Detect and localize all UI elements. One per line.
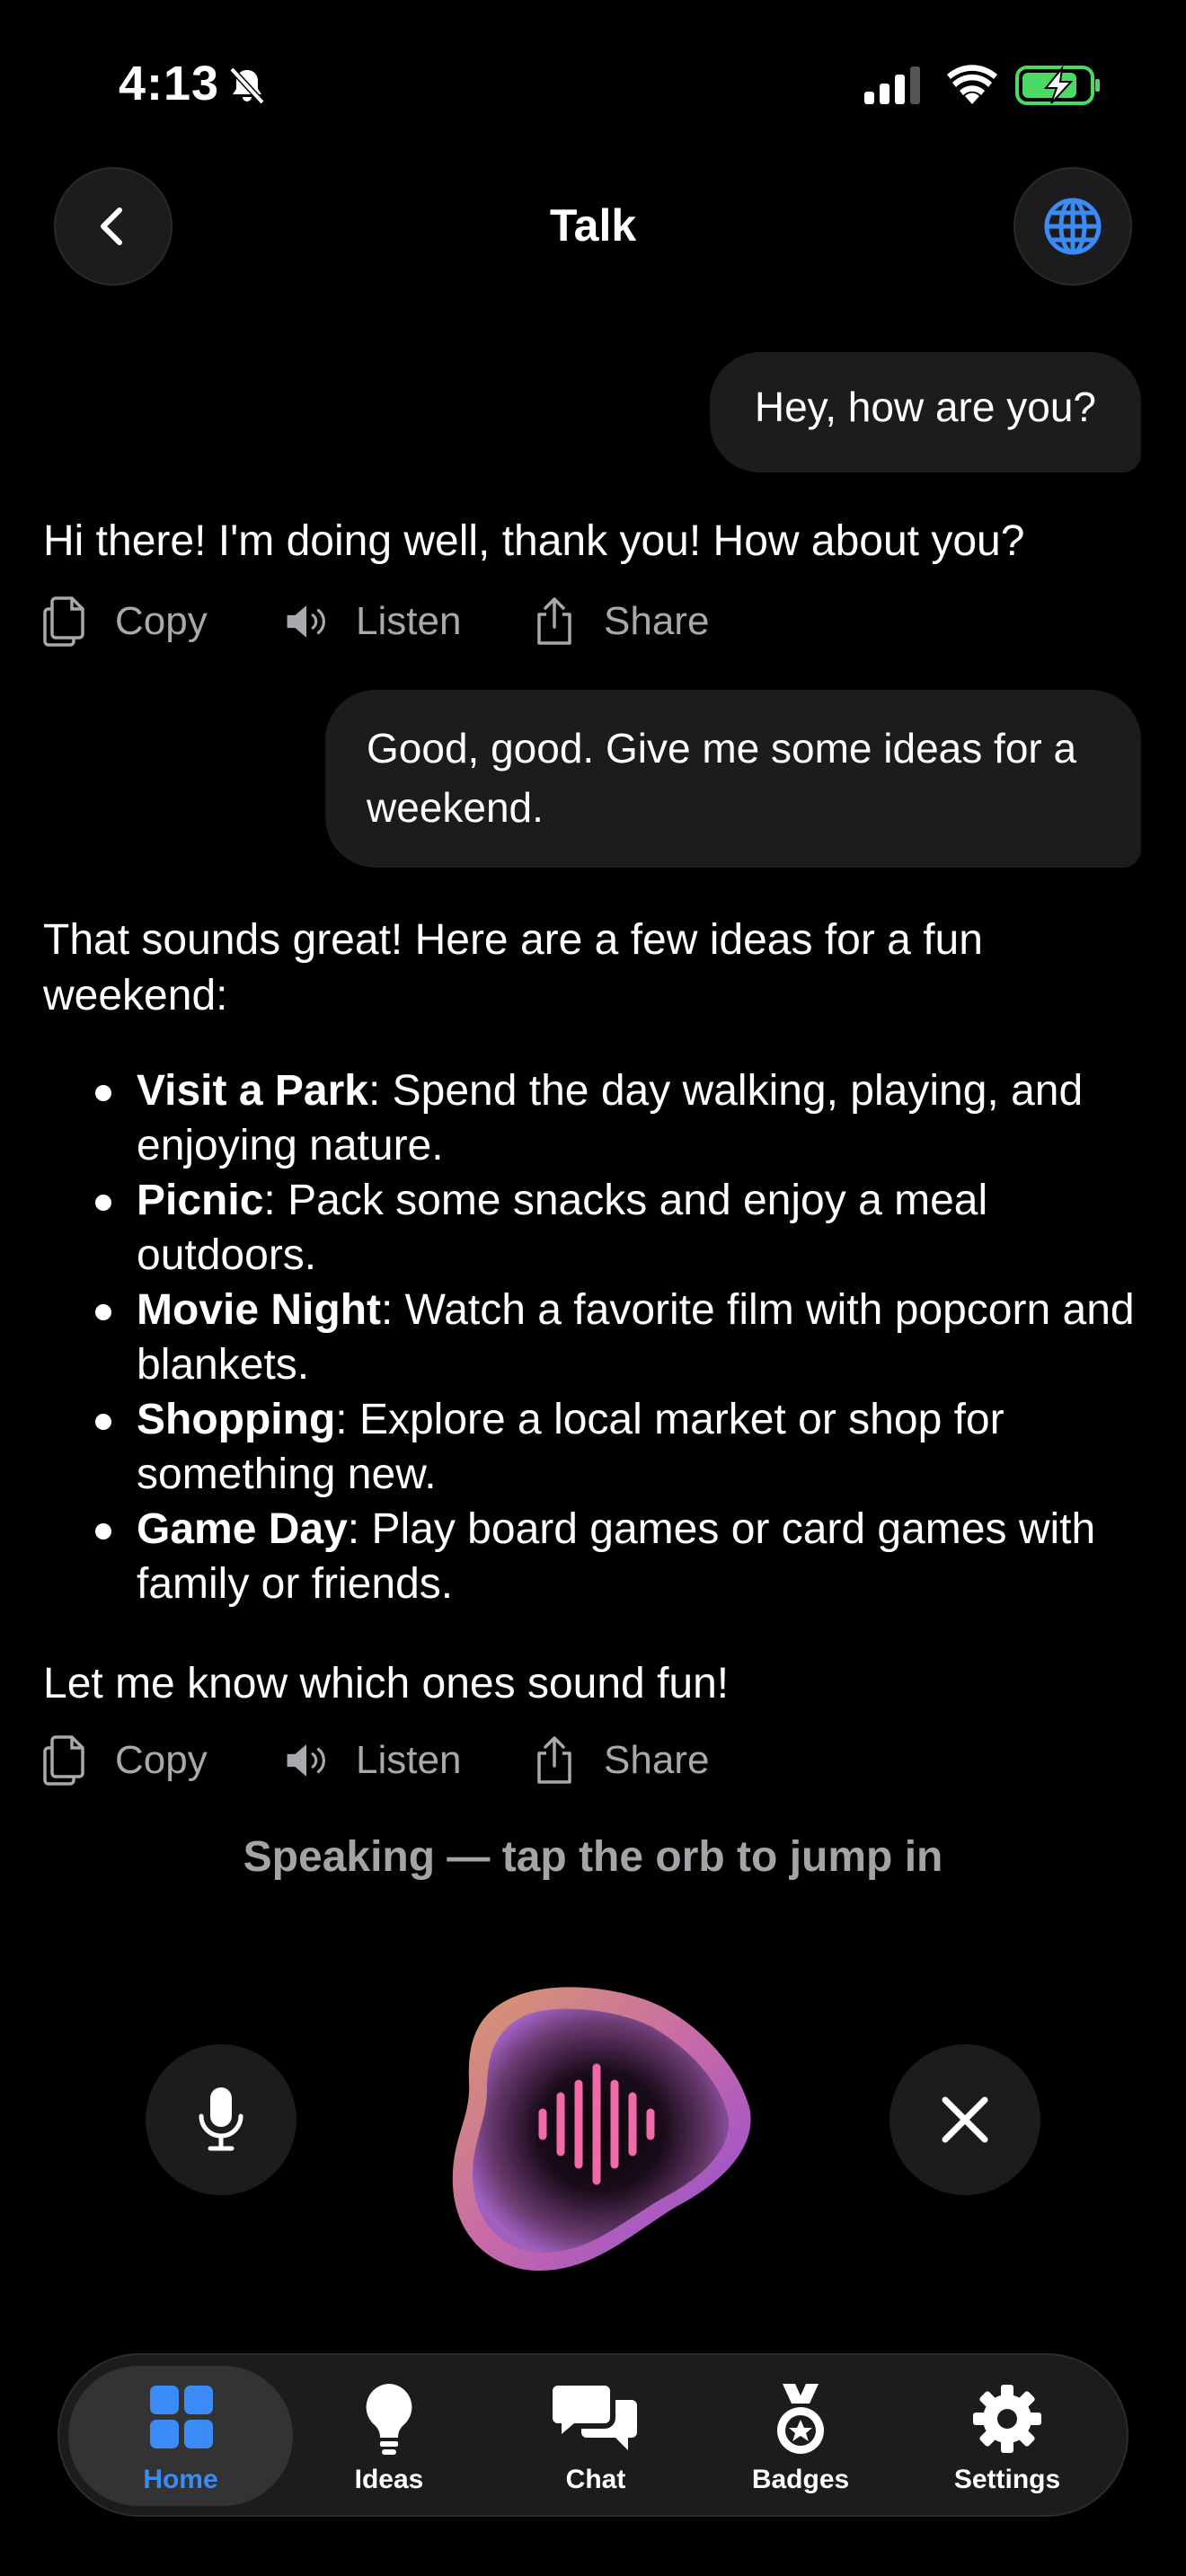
listen-label: Listen [356, 1738, 462, 1782]
assistant-message: Hi there! I'm doing well, thank you! How… [43, 517, 1025, 565]
copy-button[interactable]: Copy [43, 1735, 284, 1786]
listen-button[interactable]: Listen [284, 596, 532, 647]
list-item: Movie Night: Watch a favorite film with … [95, 1283, 1157, 1392]
idea-title: Movie Night [137, 1286, 381, 1334]
share-icon [537, 1736, 571, 1784]
assistant-message-outro: Let me know which ones sound fun! [43, 1660, 730, 1707]
bell-slash-icon [229, 66, 265, 105]
listen-label: Listen [356, 599, 462, 643]
tab-chat[interactable]: Chat [483, 2366, 708, 2506]
list-item: Game Day: Play board games or card games… [95, 1502, 1157, 1611]
share-button[interactable]: Share [532, 1735, 709, 1786]
list-item: Picnic: Pack some snacks and enjoy a mea… [95, 1173, 1157, 1283]
gear-icon [973, 2385, 1041, 2453]
chat-bubbles-icon [553, 2386, 637, 2450]
voice-orb[interactable] [449, 1972, 755, 2278]
tab-settings[interactable]: Settings [895, 2366, 1120, 2506]
list-item: Visit a Park: Spend the day walking, pla… [95, 1063, 1157, 1173]
tab-label: Home [143, 2465, 218, 2494]
list-item: Shopping: Explore a local market or shop… [95, 1392, 1157, 1502]
idea-title: Visit a Park [137, 1067, 368, 1115]
grid-icon [150, 2386, 213, 2448]
message-actions: Copy Listen Share [43, 1734, 709, 1787]
share-label: Share [604, 599, 710, 643]
copy-button[interactable]: Copy [43, 596, 284, 647]
tab-ideas[interactable]: Ideas [277, 2366, 501, 2506]
medal-icon [777, 2384, 824, 2454]
battery-charging-icon [1015, 65, 1100, 105]
status-time: 4:13 [119, 57, 220, 110]
share-label: Share [604, 1738, 710, 1782]
wifi-icon [947, 65, 997, 104]
user-message: Hey, how are you? [709, 352, 1141, 472]
message-actions: Copy Listen Share [43, 595, 709, 648]
microphone-icon [199, 2087, 243, 2151]
tab-label: Ideas [354, 2465, 424, 2494]
globe-icon [1044, 198, 1102, 255]
close-icon [942, 2096, 988, 2143]
tab-badges[interactable]: Badges [688, 2366, 913, 2506]
page-title: Talk [549, 200, 637, 251]
speaker-icon [287, 605, 325, 638]
tab-bar: Home Ideas Chat Badges Settings [58, 2353, 1128, 2517]
copy-label: Copy [115, 1738, 208, 1782]
idea-detail: : Pack some snacks and enjoy a meal outd… [137, 1177, 988, 1279]
idea-title: Picnic [137, 1177, 264, 1224]
share-icon [537, 597, 571, 645]
tab-label: Chat [565, 2465, 626, 2494]
copy-label: Copy [115, 599, 208, 643]
lightbulb-icon [366, 2384, 412, 2455]
cellular-signal-icon [864, 66, 920, 104]
assistant-message-intro: That sounds great! Here are a few ideas … [43, 916, 983, 1019]
tab-home[interactable]: Home [68, 2366, 293, 2506]
user-message: Good, good. Give me some ideas for a wee… [325, 690, 1141, 868]
microphone-button[interactable] [146, 2044, 296, 2195]
speaking-status: Speaking — tap the orb to jump in [243, 1833, 943, 1881]
tab-label: Badges [751, 2465, 850, 2494]
listen-button[interactable]: Listen [284, 1735, 532, 1786]
language-button[interactable] [1013, 167, 1132, 286]
idea-title: Game Day [137, 1505, 348, 1553]
speaker-icon [287, 1744, 325, 1777]
copy-icon [43, 596, 84, 647]
tab-label: Settings [953, 2465, 1061, 2494]
copy-icon [43, 1735, 84, 1786]
share-button[interactable]: Share [532, 596, 709, 647]
close-voice-button[interactable] [890, 2044, 1040, 2195]
ideas-list: Visit a Park: Spend the day walking, pla… [43, 1063, 1157, 1611]
idea-title: Shopping [137, 1396, 336, 1443]
